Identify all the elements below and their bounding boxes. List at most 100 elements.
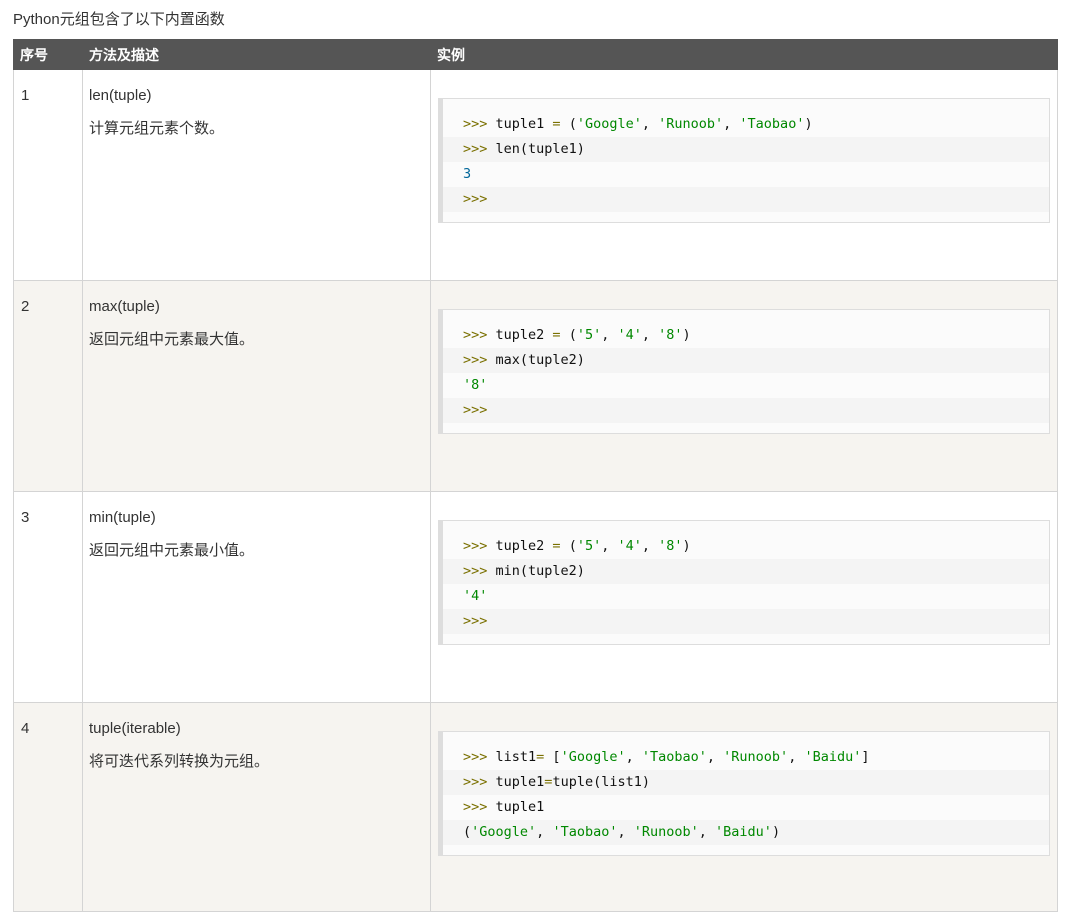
- cell-method: len(tuple) 计算元组元素个数。: [82, 69, 431, 281]
- code-token: =: [552, 538, 569, 554]
- code-token: >>>: [463, 141, 496, 157]
- code-token: tuple2: [495, 327, 553, 343]
- code-token: >>>: [463, 749, 496, 765]
- table-row: 2 max(tuple) 返回元组中元素最大值。 >>> tuple2 = ('…: [13, 280, 1058, 492]
- code-token: >>>: [463, 799, 496, 815]
- code-line: >>> min(tuple2): [443, 559, 1049, 584]
- code-token: 'Runoob': [723, 749, 789, 765]
- code-token: (: [463, 824, 472, 840]
- code-token: list1: [495, 749, 537, 765]
- code-block[interactable]: >>> tuple2 = ('5', '4', '8') >>> min(tupl…: [438, 520, 1050, 645]
- code-token: (: [568, 116, 577, 132]
- method-name: min(tuple): [89, 509, 156, 526]
- code-token: '5': [576, 538, 602, 554]
- code-token: =: [552, 327, 569, 343]
- code-token: 'Runoob': [658, 116, 724, 132]
- code-token: 'Taobao': [641, 749, 707, 765]
- table-row: 1 len(tuple) 计算元组元素个数。 >>> tuple1 = ('Go…: [13, 69, 1058, 281]
- code-token: ,: [617, 824, 634, 840]
- row-number: 4: [21, 720, 30, 737]
- cell-no: 1: [13, 69, 83, 281]
- row-number: 2: [21, 298, 30, 315]
- code-line: 3: [443, 162, 1049, 187]
- cell-example: >>> tuple1 = ('Google', 'Runoob', 'Taoba…: [430, 69, 1058, 281]
- code-token: tuple1: [495, 116, 553, 132]
- code-block[interactable]: >>> tuple1 = ('Google', 'Runoob', 'Taoba…: [438, 98, 1050, 223]
- code-token: >>>: [463, 563, 496, 579]
- code-token: (: [568, 327, 577, 343]
- code-token: 'Baidu': [715, 824, 772, 840]
- cell-no: 2: [13, 280, 83, 492]
- method-name: tuple(iterable): [89, 720, 181, 737]
- code-token: >>>: [463, 327, 496, 343]
- code-block[interactable]: >>> list1= ['Google', 'Taobao', 'Runoob'…: [438, 731, 1050, 856]
- code-line: >>> tuple1=tuple(list1): [443, 770, 1049, 795]
- code-token: 'Google': [560, 749, 626, 765]
- cell-example: >>> tuple2 = ('5', '4', '8') >>> max(tupl…: [430, 280, 1058, 492]
- code-token: ,: [641, 327, 659, 343]
- cell-example: >>> list1= ['Google', 'Taobao', 'Runoob'…: [430, 702, 1058, 912]
- code-token: ,: [601, 538, 618, 554]
- code-token: ,: [601, 327, 618, 343]
- cell-example: >>> tuple2 = ('5', '4', '8') >>> min(tupl…: [430, 491, 1058, 703]
- table-row: 3 min(tuple) 返回元组中元素最小值。 >>> tuple2 = ('…: [13, 491, 1058, 703]
- code-line: >>>: [443, 398, 1049, 423]
- code-token: ): [682, 538, 691, 554]
- method-name: max(tuple): [89, 298, 160, 315]
- code-line: >>> tuple1: [443, 795, 1049, 820]
- header-method: 方法及描述: [82, 39, 431, 70]
- code-line: '4': [443, 584, 1049, 609]
- method-description: 将可迭代系列转换为元组。: [89, 753, 270, 770]
- code-block[interactable]: >>> tuple2 = ('5', '4', '8') >>> max(tupl…: [438, 309, 1050, 434]
- code-token: tuple(list1): [552, 774, 650, 790]
- code-line: >>>: [443, 609, 1049, 634]
- code-line: ('Google', 'Taobao', 'Runoob', 'Baidu'): [443, 820, 1049, 845]
- code-token: min(tuple2): [495, 563, 585, 579]
- code-token: >>>: [463, 352, 496, 368]
- code-token: '4': [463, 588, 488, 604]
- code-token: ]: [861, 749, 870, 765]
- code-token: 'Baidu': [804, 749, 862, 765]
- code-token: ): [804, 116, 813, 132]
- cell-method: min(tuple) 返回元组中元素最小值。: [82, 491, 431, 703]
- cell-method: max(tuple) 返回元组中元素最大值。: [82, 280, 431, 492]
- code-token: max(tuple2): [495, 352, 585, 368]
- code-line: >>> max(tuple2): [443, 348, 1049, 373]
- code-token: >>>: [463, 613, 488, 629]
- code-token: 3: [463, 166, 472, 182]
- row-number: 1: [21, 87, 30, 104]
- code-token: tuple1: [495, 774, 545, 790]
- code-line: >>> tuple2 = ('5', '4', '8'): [443, 323, 1049, 348]
- code-token: >>>: [463, 116, 496, 132]
- method-description: 返回元组中元素最大值。: [89, 331, 255, 348]
- code-token: [: [552, 749, 561, 765]
- method-description: 计算元组元素个数。: [89, 120, 225, 137]
- method-name: len(tuple): [89, 87, 152, 104]
- header-no: 序号: [13, 39, 83, 70]
- cell-no: 3: [13, 491, 83, 703]
- code-line: '8': [443, 373, 1049, 398]
- cell-method: tuple(iterable) 将可迭代系列转换为元组。: [82, 702, 431, 912]
- code-token: ,: [641, 116, 659, 132]
- code-token: '8': [658, 538, 683, 554]
- cell-no: 4: [13, 702, 83, 912]
- code-token: 'Google': [576, 116, 642, 132]
- code-line: >>> list1= ['Google', 'Taobao', 'Runoob'…: [443, 745, 1049, 770]
- code-token: ): [771, 824, 781, 840]
- code-token: ,: [536, 824, 553, 840]
- code-line: >>>: [443, 187, 1049, 212]
- code-token: len(tuple1): [495, 141, 585, 157]
- code-token: =: [552, 116, 569, 132]
- header-example: 实例: [430, 39, 1058, 70]
- table-header-row: 序号 方法及描述 实例: [13, 39, 1058, 70]
- code-token: >>>: [463, 774, 496, 790]
- intro-text: Python元组包含了以下内置函数: [13, 11, 225, 28]
- code-token: ,: [625, 749, 642, 765]
- code-token: ): [682, 327, 691, 343]
- code-token: >>>: [463, 538, 496, 554]
- code-token: >>>: [463, 191, 488, 207]
- method-description: 返回元组中元素最小值。: [89, 542, 255, 559]
- row-number: 3: [21, 509, 30, 526]
- code-token: '8': [658, 327, 683, 343]
- code-token: ,: [788, 749, 805, 765]
